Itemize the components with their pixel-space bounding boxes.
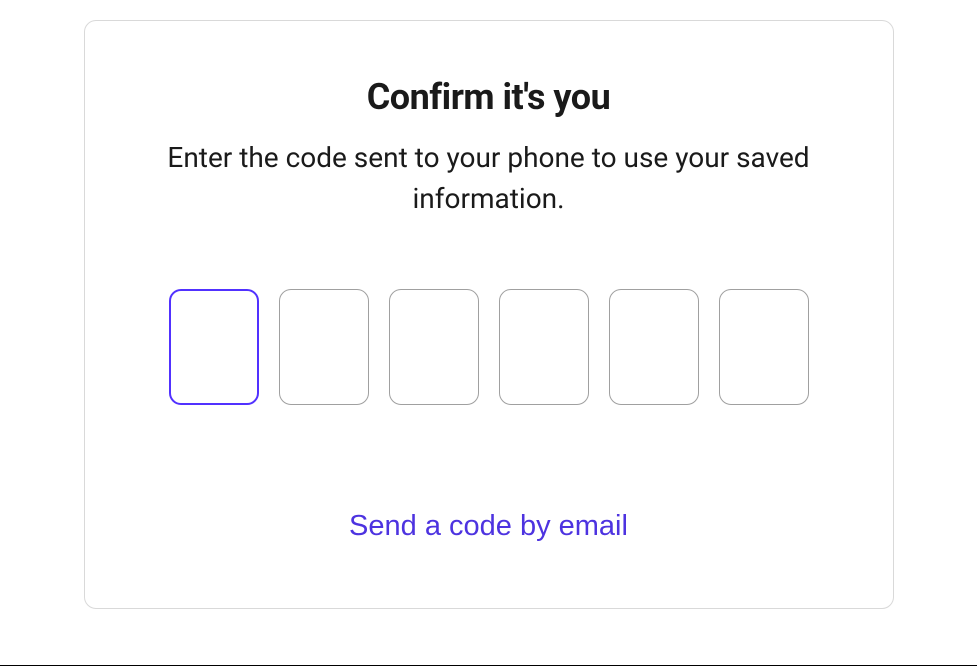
- dialog-heading: Confirm it's you: [145, 76, 833, 118]
- dialog-description: Enter the code sent to your phone to use…: [145, 138, 833, 219]
- code-input-group: [145, 289, 833, 405]
- code-digit-1[interactable]: [169, 289, 259, 405]
- send-code-by-email-link[interactable]: Send a code by email: [145, 510, 833, 543]
- code-digit-4[interactable]: [499, 289, 589, 405]
- code-digit-2[interactable]: [279, 289, 369, 405]
- code-digit-6[interactable]: [719, 289, 809, 405]
- code-digit-3[interactable]: [389, 289, 479, 405]
- verification-card: Confirm it's you Enter the code sent to …: [84, 20, 894, 609]
- code-digit-5[interactable]: [609, 289, 699, 405]
